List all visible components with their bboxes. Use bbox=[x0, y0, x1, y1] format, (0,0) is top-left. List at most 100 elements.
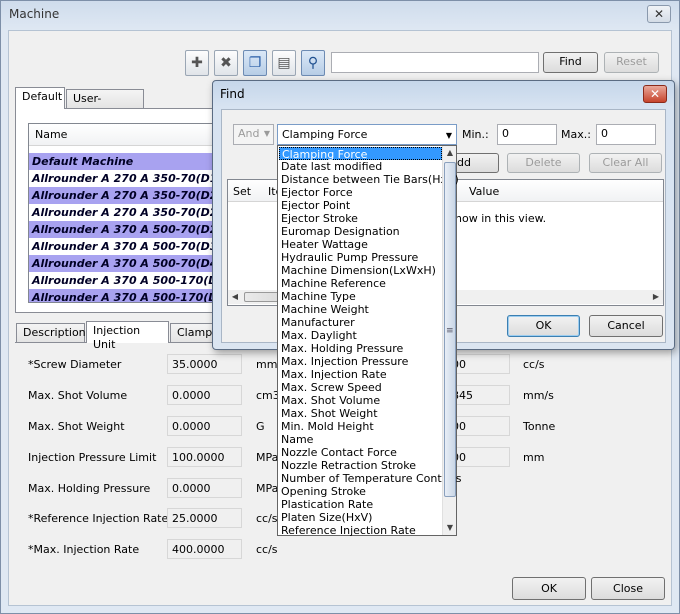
find-cancel-button[interactable]: Cancel bbox=[589, 315, 663, 337]
dropdown-option[interactable]: Min. Mold Height bbox=[279, 420, 442, 433]
paste-button[interactable]: ▤ bbox=[272, 50, 296, 76]
table-row[interactable]: Allrounder A 370 A 500-70(D31) bbox=[29, 238, 223, 255]
clear-all-button[interactable]: Clear All bbox=[589, 153, 662, 173]
dropdown-option[interactable]: Machine Dimension(LxWxH) bbox=[279, 264, 442, 277]
max-holding-pressure-label: Max. Holding Pressure bbox=[28, 482, 151, 495]
max-shot-weight-field[interactable]: 0.0000 bbox=[167, 416, 242, 436]
dropdown-option[interactable]: Max. Injection Pressure bbox=[279, 355, 442, 368]
injection-pressure-limit-field[interactable]: 100.0000 bbox=[167, 447, 242, 467]
table-row[interactable]: Allrounder A 270 A 350-70(D25) bbox=[29, 204, 223, 221]
table-row[interactable]: Allrounder A 370 A 500-170(D30 bbox=[29, 289, 223, 302]
window-title: Machine bbox=[9, 7, 60, 21]
delete-icon: ✖ bbox=[220, 55, 232, 71]
unit-label: MPa bbox=[256, 451, 279, 464]
dropdown-option[interactable]: Plastication Rate bbox=[279, 498, 442, 511]
table-row[interactable]: Allrounder A 370 A 500-70(D21) bbox=[29, 221, 223, 238]
dropdown-option[interactable]: Ejector Stroke bbox=[279, 212, 442, 225]
dropdown-option[interactable]: Max. Daylight bbox=[279, 329, 442, 342]
table-row[interactable]: Allrounder A 270 A 350-70(D18) bbox=[29, 170, 223, 187]
reference-injection-rate-field[interactable]: 25.0000 bbox=[167, 508, 242, 528]
unit-label: Tonne bbox=[523, 420, 556, 433]
unit-label: mm bbox=[256, 358, 278, 371]
dropdown-option[interactable]: Machine Type bbox=[279, 290, 442, 303]
value-column-header[interactable]: Value bbox=[469, 185, 499, 199]
max-shot-volume-field[interactable]: 0.0000 bbox=[167, 385, 242, 405]
tab-clamp[interactable]: Clamp bbox=[170, 323, 218, 343]
dropdown-option[interactable]: Machine Weight bbox=[279, 303, 442, 316]
table-row[interactable]: Allrounder A 270 A 350-70(D22) bbox=[29, 187, 223, 204]
max-label: Max.: bbox=[561, 128, 591, 141]
dropdown-option[interactable]: Reference Injection Rate bbox=[279, 524, 442, 537]
grip-icon: ≡ bbox=[446, 326, 454, 336]
add-button[interactable]: ✚ bbox=[185, 50, 209, 76]
find-ok-button[interactable]: OK bbox=[507, 315, 580, 337]
dropdown-scrollbar[interactable]: ▲ ≡ ▼ bbox=[442, 146, 456, 535]
tab-injection-unit[interactable]: Injection Unit bbox=[86, 321, 169, 351]
max-input[interactable]: 0 bbox=[596, 124, 656, 145]
scroll-up-icon[interactable]: ▲ bbox=[443, 146, 457, 160]
logic-combo[interactable]: And ▼ bbox=[233, 124, 274, 145]
copy-button[interactable]: ❐ bbox=[243, 50, 267, 76]
add-icon: ✚ bbox=[191, 55, 203, 71]
table-row[interactable]: Allrounder A 370 A 500-70(D40) bbox=[29, 255, 223, 272]
tab-user-defined[interactable]: User-Defined bbox=[66, 89, 144, 119]
min-input[interactable]: 0 bbox=[497, 124, 557, 145]
dropdown-option[interactable]: Opening Stroke bbox=[279, 485, 442, 498]
ok-button[interactable]: OK bbox=[512, 577, 586, 600]
dropdown-option[interactable]: Clamping Force bbox=[279, 147, 442, 161]
dropdown-option[interactable]: Max. Shot Volume bbox=[279, 394, 442, 407]
delete-button[interactable]: ✖ bbox=[214, 50, 238, 76]
unit-label: cc/s bbox=[256, 512, 278, 525]
field-combo-value: Clamping Force bbox=[282, 128, 368, 141]
chevron-down-icon: ▼ bbox=[263, 129, 270, 138]
min-label: Min.: bbox=[462, 128, 489, 141]
dropdown-option[interactable]: Ejector Point bbox=[279, 199, 442, 212]
dropdown-option[interactable]: Nozzle Contact Force bbox=[279, 446, 442, 459]
find-tool-button[interactable]: ⚲ bbox=[301, 50, 325, 76]
dropdown-option[interactable]: Platen Size(HxV) bbox=[279, 511, 442, 524]
dropdown-option[interactable]: Max. Shot Weight bbox=[279, 407, 442, 420]
table-row[interactable]: Default Machine bbox=[29, 153, 223, 170]
logic-value: And bbox=[238, 127, 260, 140]
search-input[interactable] bbox=[331, 52, 539, 73]
dropdown-option[interactable]: Nozzle Retraction Stroke bbox=[279, 459, 442, 472]
max-injection-rate-field[interactable]: 400.0000 bbox=[167, 539, 242, 559]
table-row[interactable]: Allrounder A 370 A 500-170(D25 bbox=[29, 272, 223, 289]
find-dialog-close-button[interactable]: ✕ bbox=[643, 85, 667, 103]
scroll-right-icon[interactable]: ▶ bbox=[649, 290, 663, 304]
max-injection-rate-label: *Max. Injection Rate bbox=[28, 543, 140, 556]
dropdown-option[interactable]: Date last modified bbox=[279, 160, 442, 173]
dropdown-option[interactable]: Name bbox=[279, 433, 442, 446]
field-dropdown-list[interactable]: Clamping Force Date last modified Distan… bbox=[277, 145, 461, 537]
screw-diameter-field[interactable]: 35.0000 bbox=[167, 354, 242, 374]
dropdown-option[interactable]: Machine Reference bbox=[279, 277, 442, 290]
injection-pressure-limit-label: Injection Pressure Limit bbox=[28, 451, 157, 464]
close-button[interactable]: Close bbox=[591, 577, 665, 600]
dropdown-option[interactable]: Number of Temperature Controls bbox=[279, 472, 461, 485]
dropdown-option[interactable]: Max. Injection Rate bbox=[279, 368, 442, 381]
screw-diameter-label: *Screw Diameter bbox=[28, 358, 122, 371]
dropdown-option[interactable]: Max. Screw Speed bbox=[279, 381, 442, 394]
dropdown-option[interactable]: Max. Holding Pressure bbox=[279, 342, 442, 355]
dropdown-option[interactable]: Euromap Designation bbox=[279, 225, 442, 238]
reset-button[interactable]: Reset bbox=[604, 52, 659, 73]
dropdown-option[interactable]: Heater Wattage bbox=[279, 238, 442, 251]
window-close-button[interactable]: ✕ bbox=[647, 5, 671, 23]
set-column-header[interactable]: Set bbox=[233, 185, 251, 199]
dropdown-option[interactable]: Ejector Force bbox=[279, 186, 442, 199]
dropdown-option[interactable]: Distance between Tie Bars(HxV) bbox=[279, 173, 459, 186]
close-icon: ✕ bbox=[649, 87, 661, 101]
name-column-header[interactable]: Name bbox=[29, 124, 223, 146]
tab-default[interactable]: Default bbox=[15, 87, 65, 109]
max-holding-pressure-field[interactable]: 0.0000 bbox=[167, 478, 242, 498]
scroll-down-icon[interactable]: ▼ bbox=[443, 521, 457, 535]
dropdown-option[interactable]: Manufacturer bbox=[279, 316, 442, 329]
tab-description[interactable]: Description bbox=[16, 323, 86, 343]
find-dialog-title: Find bbox=[220, 87, 245, 101]
unit-label: G bbox=[256, 420, 265, 433]
delete-criteria-button[interactable]: Delete bbox=[507, 153, 580, 173]
field-combo[interactable]: Clamping Force ▼ bbox=[277, 124, 457, 145]
scroll-left-icon[interactable]: ◀ bbox=[228, 290, 242, 304]
find-button[interactable]: Find bbox=[543, 52, 598, 73]
dropdown-option[interactable]: Hydraulic Pump Pressure bbox=[279, 251, 442, 264]
